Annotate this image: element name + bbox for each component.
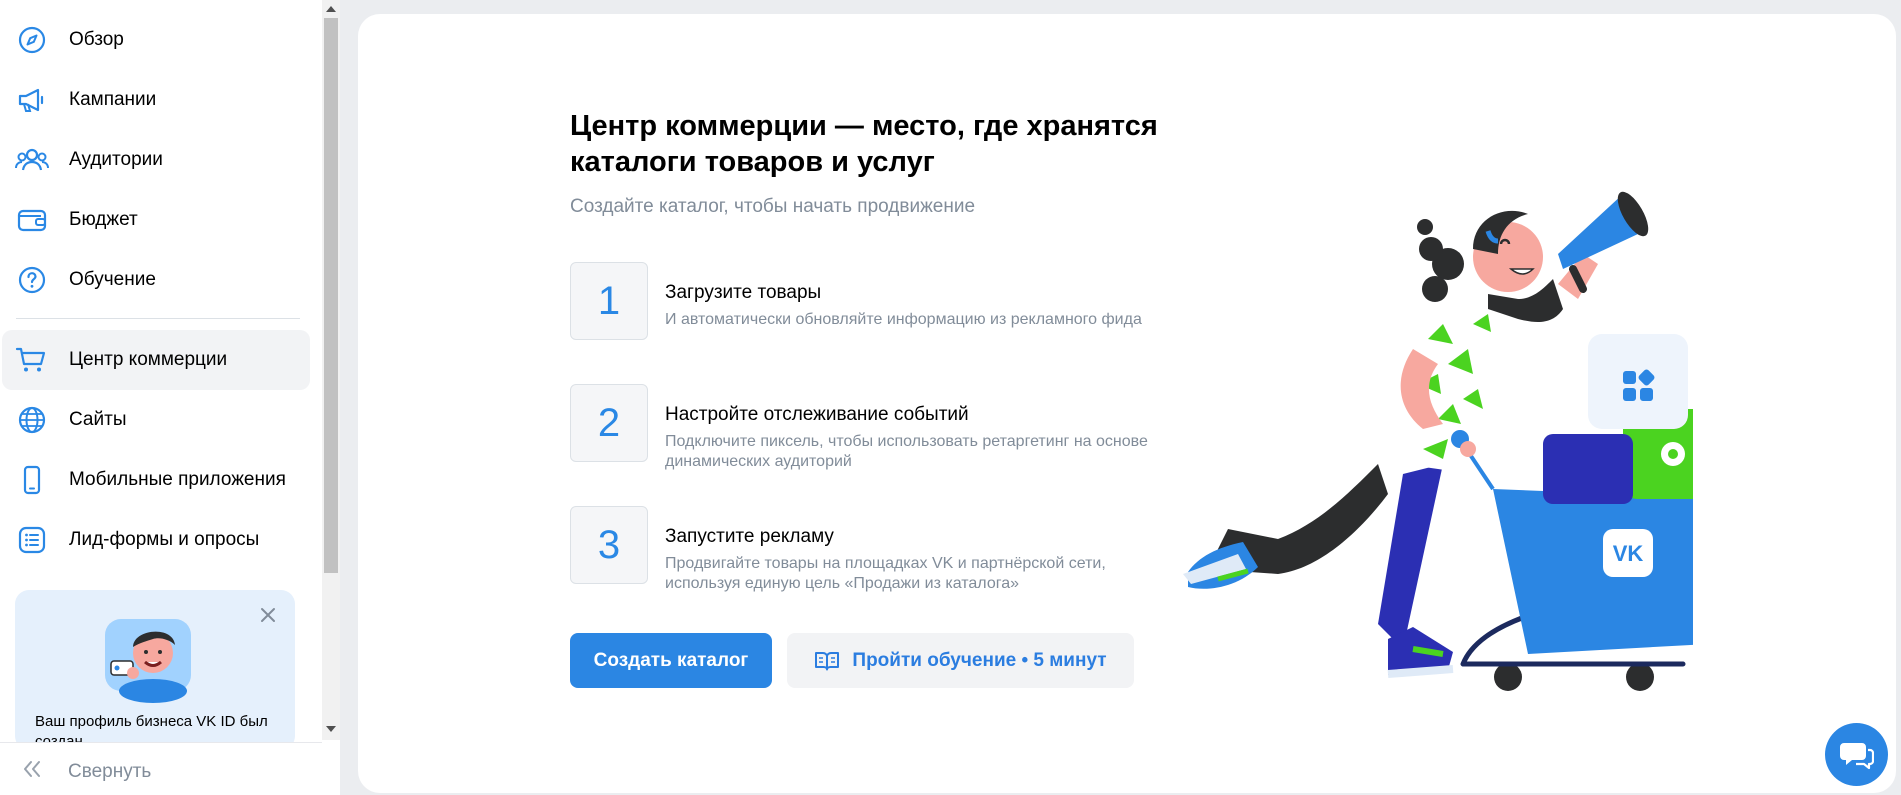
take-training-label: Пройти обучение • 5 минут	[852, 649, 1107, 671]
step-number: 2	[570, 384, 648, 462]
sidebar-divider	[16, 318, 300, 319]
chat-support-button[interactable]	[1825, 723, 1888, 786]
shopping-woman-illustration: VK	[1183, 191, 1693, 691]
scroll-down-arrow-icon[interactable]	[322, 720, 340, 738]
step-description: И автоматически обновляйте информацию из…	[665, 311, 1142, 328]
step-title: Загрузите товары	[665, 282, 822, 303]
globe-icon	[15, 405, 49, 435]
step-setup-tracking: 2 Настройте отслеживание событий Подключ…	[570, 384, 1170, 470]
step-title: Настройте отслеживание событий	[665, 404, 969, 425]
sidebar-item-label: Центр коммерции	[69, 349, 228, 370]
take-training-button[interactable]: Пройти обучение • 5 минут	[787, 633, 1134, 688]
sidebar-item-commerce-center[interactable]: Центр коммерции	[2, 330, 310, 390]
help-circle-icon	[15, 265, 49, 295]
sidebar-item-label: Сайты	[69, 409, 127, 430]
sidebar: Обзор Кампании Аудитории Бюджет Обучение	[0, 0, 340, 795]
chat-bubble-icon	[1839, 742, 1874, 769]
promo-avatar-illustration	[105, 619, 191, 703]
users-icon	[15, 145, 49, 175]
sidebar-item-audiences[interactable]: Аудитории	[2, 130, 310, 190]
sidebar-item-label: Кампании	[69, 89, 157, 110]
sidebar-item-label: Обучение	[69, 269, 156, 290]
sidebar-item-label: Обзор	[69, 29, 124, 50]
sidebar-item-mobile-apps[interactable]: Мобильные приложения	[2, 450, 310, 510]
sidebar-item-label: Бюджет	[69, 209, 138, 230]
wallet-icon	[15, 205, 49, 235]
sidebar-item-campaigns[interactable]: Кампании	[2, 70, 310, 130]
step-launch-ads: 3 Запустите рекламу Продвигайте товары н…	[570, 506, 1170, 592]
page-title: Центр коммерции — место, где хранятся ка…	[570, 110, 1158, 178]
close-icon[interactable]	[257, 604, 279, 626]
page-subtitle: Создайте каталог, чтобы начать продвижен…	[570, 196, 976, 217]
scrollbar-thumb[interactable]	[324, 18, 338, 573]
sidebar-item-lead-forms[interactable]: Лид-формы и опросы	[2, 510, 310, 570]
scroll-up-arrow-icon[interactable]	[322, 0, 340, 18]
step-number: 3	[570, 506, 648, 584]
megaphone-icon	[15, 85, 49, 115]
sidebar-item-label: Лид-формы и опросы	[69, 529, 260, 550]
cart-icon	[15, 345, 49, 375]
step-description: Подключите пиксель, чтобы использовать р…	[665, 433, 1148, 470]
vk-id-promo-card: Ваш профиль бизнеса VK ID был создан	[15, 590, 295, 750]
book-icon	[815, 651, 840, 670]
sidebar-item-label: Аудитории	[69, 149, 163, 170]
step-title: Запустите рекламу	[665, 526, 834, 547]
sidebar-item-label: Мобильные приложения	[69, 469, 286, 490]
sidebar-item-sites[interactable]: Сайты	[2, 390, 310, 450]
sidebar-item-learning[interactable]: Обучение	[2, 250, 310, 310]
sidebar-item-budget[interactable]: Бюджет	[2, 190, 310, 250]
step-description: Продвигайте товары на площадках VK и пар…	[665, 555, 1106, 592]
sidebar-scrollbar[interactable]	[322, 0, 340, 740]
collapse-sidebar-button[interactable]: Свернуть	[0, 742, 322, 795]
step-number: 1	[570, 262, 648, 340]
create-catalog-button[interactable]: Создать каталог	[570, 633, 772, 688]
list-icon	[15, 525, 49, 555]
sidebar-item-overview[interactable]: Обзор	[2, 10, 310, 70]
svg-text:VK: VK	[1613, 541, 1644, 566]
chevrons-left-icon	[20, 757, 44, 781]
step-upload-products: 1 Загрузите товары И автоматически обнов…	[570, 262, 1170, 342]
compass-icon	[15, 25, 49, 55]
commerce-center-card: Центр коммерции — место, где хранятся ка…	[358, 14, 1896, 793]
smartphone-icon	[15, 465, 49, 495]
collapse-label: Свернуть	[68, 761, 152, 782]
